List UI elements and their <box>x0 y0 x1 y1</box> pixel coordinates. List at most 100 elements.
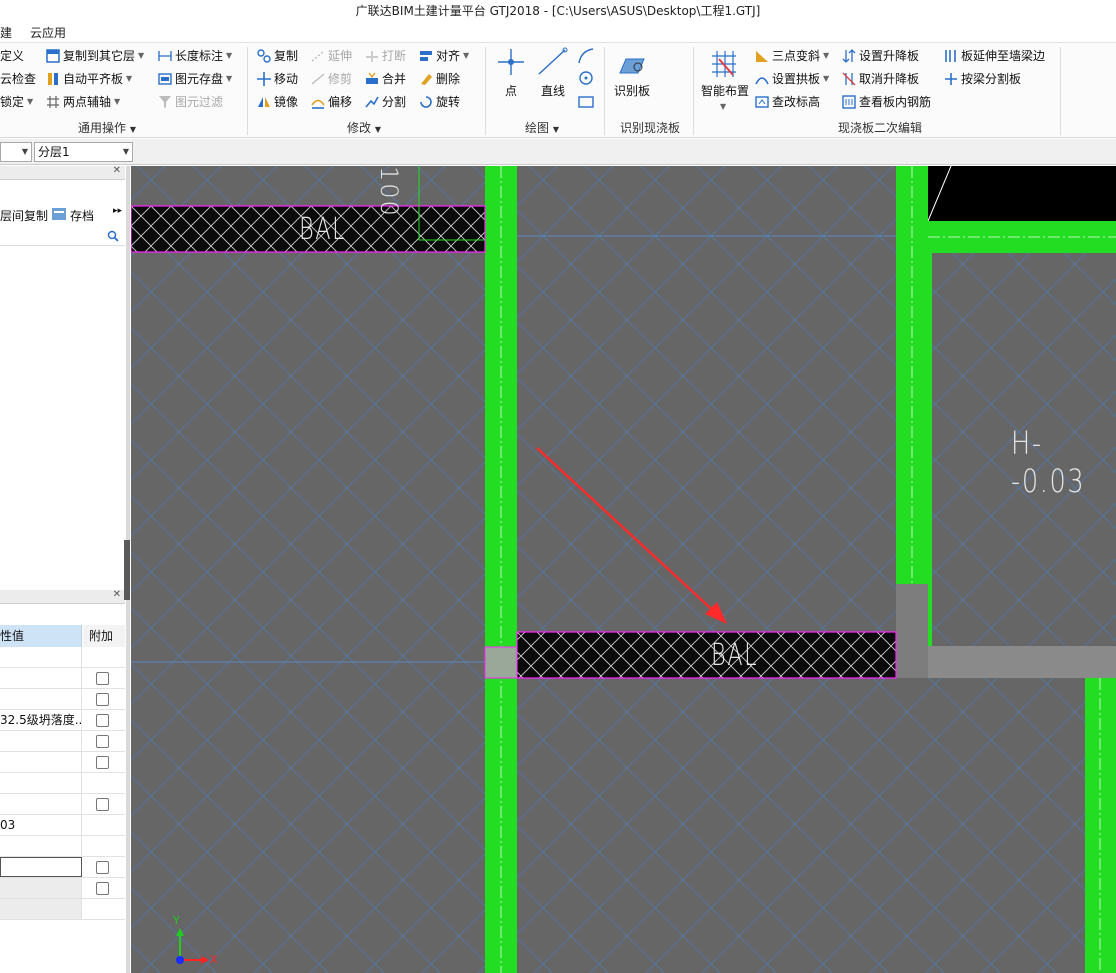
move-button[interactable]: 移动 <box>257 71 298 87</box>
property-row[interactable] <box>0 773 125 794</box>
property-row[interactable] <box>0 836 125 857</box>
point-button[interactable]: 点 <box>505 83 517 99</box>
property-value-cell[interactable] <box>0 689 82 709</box>
smart-layout-button[interactable]: 智能布置 <box>701 83 749 99</box>
search-icon[interactable] <box>107 230 119 242</box>
set-arch-slab-button[interactable]: 设置拱板 ▼ <box>755 71 829 87</box>
split-icon <box>365 95 379 109</box>
property-row[interactable]: 03 <box>0 815 125 836</box>
group-modify[interactable]: 修改 ▼ <box>347 119 381 136</box>
split-button[interactable]: 分割 <box>365 94 406 110</box>
property-value-cell[interactable] <box>0 857 82 877</box>
panel-splitter[interactable] <box>124 540 130 600</box>
layer-select[interactable]: 分层1 ▼ <box>34 142 133 162</box>
set-raise-lower-button[interactable]: 设置升降板 <box>842 48 919 64</box>
line-icon[interactable] <box>536 47 568 77</box>
align-button[interactable]: 对齐 ▼ <box>419 48 469 64</box>
two-point-axis-button[interactable]: 两点辅轴 ▼ <box>46 94 120 110</box>
property-row[interactable] <box>0 794 125 815</box>
dimension-label: 100 <box>375 166 403 218</box>
copy-button[interactable]: 复制 <box>257 48 298 64</box>
cloud-check-button[interactable]: 云检查 <box>0 71 36 87</box>
copy-to-other-floor-button[interactable]: 复制到其它层 ▼ <box>46 48 144 64</box>
component-search-input[interactable] <box>0 230 125 246</box>
property-value-cell[interactable] <box>0 668 82 688</box>
element-filter-button[interactable]: 图元过滤 <box>158 94 223 110</box>
point-icon[interactable] <box>495 47 527 77</box>
circle-icon[interactable] <box>577 69 595 87</box>
property-value-cell[interactable] <box>0 731 82 751</box>
property-value-cell[interactable] <box>0 752 82 772</box>
mirror-button[interactable]: 镜像 <box>257 94 298 110</box>
rectangle-icon[interactable] <box>577 93 595 111</box>
view-slab-rebar-button[interactable]: 查看板内钢筋 <box>842 94 931 110</box>
property-value-cell[interactable] <box>0 773 82 793</box>
archive-button[interactable]: 存档 <box>70 207 94 224</box>
property-extra-checkbox[interactable] <box>96 714 109 727</box>
beam-middle[interactable] <box>516 631 897 679</box>
cancel-raise-lower-button[interactable]: 取消升降板 <box>842 71 919 87</box>
trim-button[interactable]: 修剪 <box>311 71 352 87</box>
element-save-button[interactable]: 图元存盘 ▼ <box>158 71 232 87</box>
menu-item-build[interactable]: 建 <box>0 24 12 41</box>
three-point-slope-button[interactable]: 三点变斜 ▼ <box>755 48 829 64</box>
property-extra-checkbox[interactable] <box>96 693 109 706</box>
property-row[interactable] <box>0 878 125 899</box>
slab-region-top-right[interactable] <box>928 166 1116 221</box>
property-row[interactable] <box>0 899 125 920</box>
menu-item-cloud[interactable]: 云应用 <box>30 24 66 41</box>
property-value-cell[interactable] <box>0 836 82 856</box>
smart-layout-icon[interactable] <box>709 49 739 79</box>
axis-x-label: X <box>210 953 218 966</box>
more-icon[interactable]: ▸▸ <box>113 206 122 216</box>
recognize-slab-icon[interactable] <box>616 53 648 79</box>
extend-to-wall-beam-button[interactable]: 板延伸至墙梁边 <box>944 48 1045 64</box>
close-icon[interactable]: ✕ <box>113 589 121 600</box>
rotate-button[interactable]: 旋转 <box>419 94 460 110</box>
property-extra-checkbox[interactable] <box>96 798 109 811</box>
chevron-down-icon: ▼ <box>129 125 136 134</box>
menu-bar: 建 云应用 <box>0 22 1116 42</box>
beam-label-top: BAL <box>299 212 347 247</box>
property-extra-checkbox[interactable] <box>96 735 109 748</box>
length-dimension-button[interactable]: 长度标注 ▼ <box>158 48 232 64</box>
ribbon-separator <box>604 47 605 135</box>
property-value-cell[interactable] <box>0 794 82 814</box>
define-button[interactable]: 定义 <box>0 48 24 64</box>
property-extra-checkbox[interactable] <box>96 672 109 685</box>
split-by-beam-button[interactable]: 按梁分割板 <box>944 71 1021 87</box>
property-value-cell[interactable]: 03 <box>0 815 82 835</box>
break-button[interactable]: 打断 <box>365 48 406 64</box>
extend-button[interactable]: 延伸 <box>311 48 352 64</box>
property-row[interactable] <box>0 668 125 689</box>
auto-level-slab-button[interactable]: 自动平齐板 ▼ <box>46 71 132 87</box>
close-icon[interactable]: ✕ <box>113 165 121 176</box>
beam-label-middle: BAL <box>711 638 759 673</box>
property-row[interactable] <box>0 752 125 773</box>
property-value-cell[interactable] <box>0 899 82 919</box>
property-extra-checkbox[interactable] <box>96 756 109 769</box>
offset-button[interactable]: 偏移 <box>311 94 352 110</box>
property-row[interactable] <box>0 857 125 878</box>
check-elevation-button[interactable]: 查改标高 <box>755 94 820 110</box>
group-common-ops[interactable]: 通用操作 ▼ <box>78 119 136 136</box>
property-extra-checkbox[interactable] <box>96 861 109 874</box>
property-row[interactable] <box>0 647 125 668</box>
property-row[interactable] <box>0 689 125 710</box>
delete-button[interactable]: 删除 <box>419 71 460 87</box>
property-row[interactable] <box>0 731 125 752</box>
floor-select[interactable]: ▼ <box>0 142 32 162</box>
copy-between-floors-button[interactable]: 层间复制 <box>0 207 48 224</box>
recognize-slab-button[interactable]: 识别板 <box>614 83 650 99</box>
property-row[interactable]: 32.5级坍落度... <box>0 710 125 731</box>
property-extra-checkbox[interactable] <box>96 882 109 895</box>
merge-button[interactable]: 合并 <box>365 71 406 87</box>
lock-button[interactable]: 锁定 ▼ <box>0 94 33 110</box>
drawing-canvas[interactable]: BAL BAL H--0.03 100 Y X <box>131 166 1116 973</box>
property-value-cell[interactable]: 32.5级坍落度... <box>0 710 82 730</box>
arc-icon[interactable] <box>577 47 595 65</box>
property-value-cell[interactable] <box>0 878 82 898</box>
group-draw[interactable]: 绘图 ▼ <box>525 119 559 136</box>
line-button[interactable]: 直线 <box>541 83 565 99</box>
property-value-cell[interactable] <box>0 647 82 667</box>
